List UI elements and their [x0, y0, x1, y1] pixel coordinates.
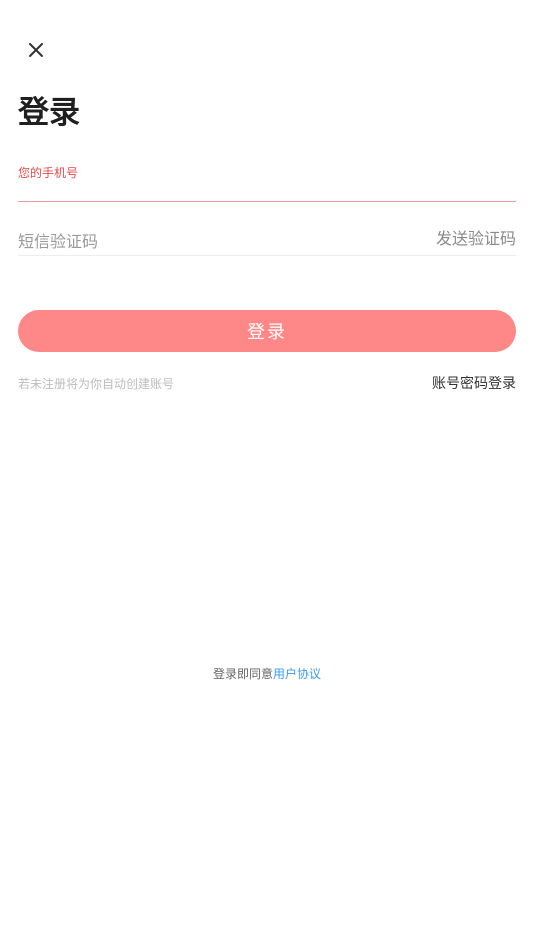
close-icon [29, 43, 43, 57]
login-button[interactable]: 登录 [18, 310, 516, 352]
password-login-link[interactable]: 账号密码登录 [432, 375, 516, 393]
page-title: 登录 [18, 95, 80, 131]
sms-code-input[interactable] [18, 229, 398, 253]
phone-input[interactable] [18, 182, 516, 202]
sms-code-row: 发送验证码 [18, 226, 516, 256]
agreement-prefix: 登录即同意 [212, 667, 273, 681]
auto-register-hint: 若未注册将为你自动创建账号 [18, 377, 175, 391]
send-code-button[interactable]: 发送验证码 [436, 228, 516, 250]
user-agreement-link[interactable]: 用户协议 [273, 667, 321, 681]
agreement-notice: 登录即同意用户协议 [0, 666, 534, 682]
close-button[interactable] [24, 38, 48, 62]
phone-field-label: 您的手机号 [18, 166, 79, 180]
